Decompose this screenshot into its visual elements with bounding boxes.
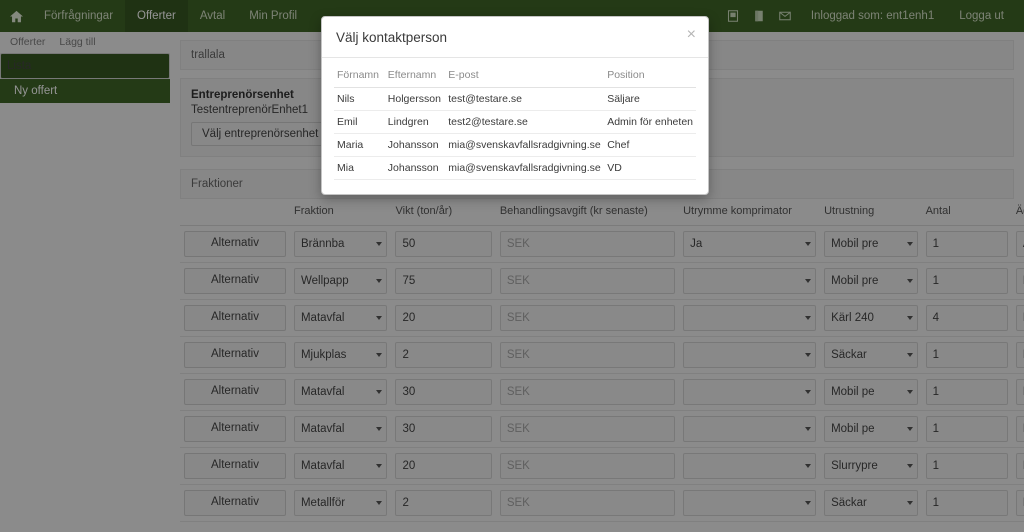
contact-efternamn-cell: Holgersson: [384, 87, 446, 111]
modal-header: Välj kontaktperson ×: [322, 17, 708, 58]
col-header-efternamn: Efternamn: [384, 64, 446, 88]
contact-epost-cell: mia@svenskavfallsradgivning.se: [445, 133, 605, 157]
modal-title: Välj kontaktperson: [336, 30, 448, 45]
contact-row[interactable]: Maria Johansson mia@svenskavfallsradgivnin…: [334, 133, 696, 157]
contact-position-cell: Säljare: [604, 87, 696, 111]
app-root: Förfrågningar Offerter Avtal Min Profil: [0, 0, 1024, 532]
contact-efternamn-cell: Lindgren: [384, 110, 446, 134]
modal-body: Förnamn Efternamn E-post Position Nils Ho…: [322, 58, 708, 194]
contact-row[interactable]: Mia Johansson mia@svenskavfallsradgivning.…: [334, 156, 696, 180]
col-header-position: Position: [604, 64, 696, 88]
close-icon[interactable]: ×: [687, 27, 696, 43]
contact-table-head: Förnamn Efternamn E-post Position: [334, 64, 696, 88]
contact-epost-cell: test@testare.se: [445, 87, 605, 111]
col-header-fornamn: Förnamn: [334, 64, 385, 88]
contact-fornamn-cell: Mia: [334, 156, 385, 180]
contact-table: Förnamn Efternamn E-post Position Nils Ho…: [334, 64, 696, 180]
contact-efternamn-cell: Johansson: [384, 156, 446, 180]
contact-table-body: Nils Holgersson test@testare.se Säljare Emil…: [334, 87, 696, 180]
contact-epost-cell: test2@testare.se: [445, 110, 605, 134]
contact-efternamn-cell: Johansson: [384, 133, 446, 157]
valj-kontaktperson-modal: Välj kontaktperson × Förnamn Efternamn E…: [321, 16, 709, 195]
contact-fornamn-cell: Emil: [334, 110, 385, 134]
contact-header-row: Förnamn Efternamn E-post Position: [334, 64, 696, 88]
contact-epost-cell: mia@svenskavfallsradgivning.se: [445, 156, 605, 180]
col-header-epost: E-post: [445, 64, 605, 88]
contact-position-cell: Chef: [604, 133, 696, 157]
contact-position-cell: Admin för enheten: [604, 110, 696, 134]
contact-fornamn-cell: Nils: [334, 87, 385, 111]
contact-row[interactable]: Nils Holgersson test@testare.se Säljare: [334, 87, 696, 111]
contact-fornamn-cell: Maria: [334, 133, 385, 157]
contact-row[interactable]: Emil Lindgren test2@testare.se Admin för en…: [334, 110, 696, 134]
contact-position-cell: VD: [604, 156, 696, 180]
